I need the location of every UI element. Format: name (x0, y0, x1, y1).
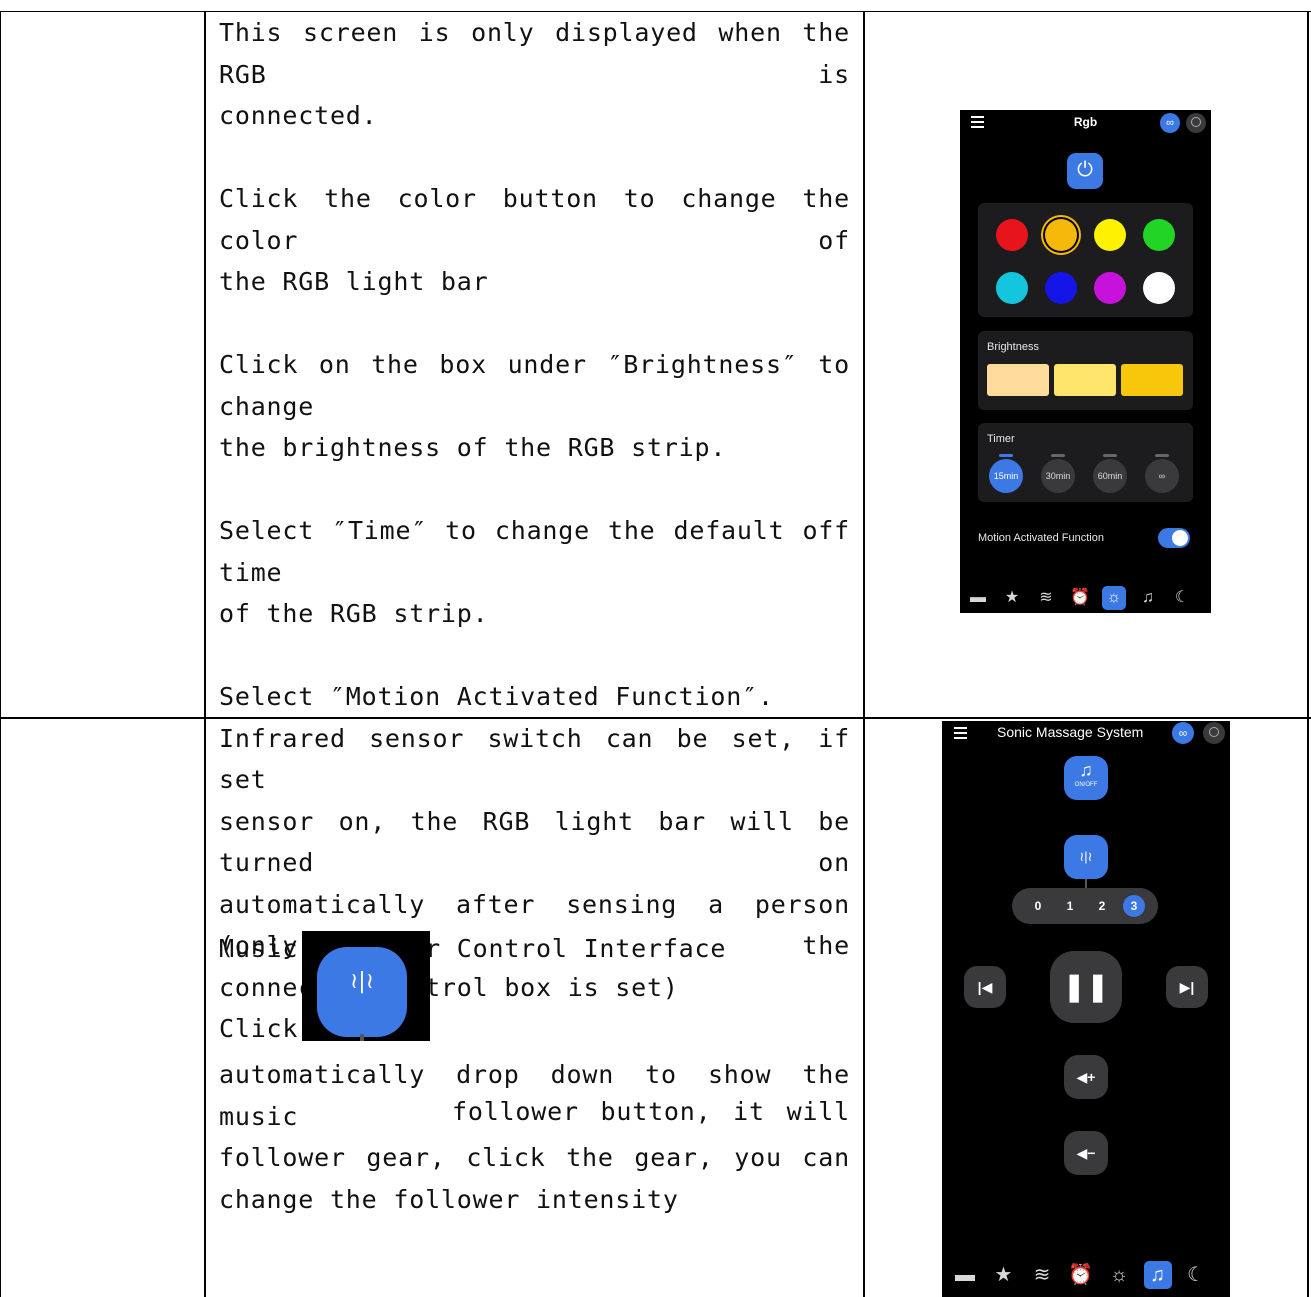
timer-indicator (1103, 454, 1117, 457)
music-icon[interactable]: ♫ (1143, 1261, 1172, 1289)
table-right-border (1307, 11, 1309, 1297)
text-line: the brightness of the RGB strip. (219, 433, 727, 462)
text-line: Select ″Time″ to change the default off … (219, 516, 866, 587)
brightness-label: Brightness (987, 341, 1039, 353)
color-button[interactable] (1094, 219, 1126, 251)
bed-icon[interactable]: ▬ (966, 586, 990, 610)
music-note-icon: ♫ (1079, 760, 1093, 780)
next-button[interactable]: ▶| (1166, 966, 1208, 1008)
menu-icon[interactable] (954, 727, 967, 742)
text-line: automatically drop down to show the musi… (219, 1060, 866, 1131)
motion-toggle[interactable] (1158, 528, 1190, 548)
rgb-screenshot: Rgb ∞ ⏻ Brightness Timer 15min 30min 60min… (960, 110, 1211, 613)
timer-label: Timer (987, 433, 1015, 445)
music-screenshot: Sonic Massage System ∞ ♫ ON/OFF ≀|≀ 0123… (942, 721, 1230, 1297)
text-line: follower gear, click the gear, you can (219, 1143, 850, 1172)
text-line: connected. (219, 101, 378, 130)
table-left-border (0, 11, 1, 1297)
link-icon[interactable]: ∞ (1160, 113, 1180, 133)
motion-label: Motion Activated Function (978, 532, 1104, 544)
color-button[interactable] (1045, 219, 1077, 251)
color-button[interactable] (1045, 272, 1077, 304)
text-line: This screen is only displayed when the R… (219, 18, 866, 89)
color-button[interactable] (1094, 272, 1126, 304)
waves-icon[interactable]: ≋ (1034, 586, 1058, 610)
bed-icon[interactable]: ▬ (951, 1261, 979, 1289)
music-power-button[interactable]: ♫ ON/OFF (1064, 756, 1108, 800)
alarm-icon[interactable]: ⏰ (1068, 586, 1092, 610)
moon-icon[interactable]: ☾ (1182, 1261, 1210, 1289)
music-icon[interactable]: ♫ (1136, 586, 1160, 610)
text-line: Click the color button to change the col… (219, 184, 866, 255)
power-button[interactable]: ⏻ (1067, 153, 1103, 189)
timer-option[interactable]: 30min (1041, 459, 1075, 493)
screen-title: Sonic Massage System (997, 724, 1144, 740)
gear-option[interactable]: 1 (1059, 895, 1081, 917)
timer-indicator (1051, 454, 1065, 457)
brightness-swatch[interactable] (987, 364, 1049, 396)
waves-icon[interactable]: ≋ (1028, 1261, 1056, 1289)
follower-button[interactable]: ≀|≀ (1064, 835, 1108, 879)
brightness-swatch[interactable] (1054, 364, 1116, 396)
volume-up-button[interactable]: ◀+ (1064, 1055, 1108, 1099)
light-icon[interactable]: ☼ (1105, 1261, 1133, 1289)
search-icon[interactable] (1186, 113, 1206, 133)
text-line: Select ″Motion Activated Function″. (219, 682, 774, 711)
moon-icon[interactable]: ☾ (1170, 586, 1194, 610)
bottom-nav: ▬ ★ ≋ ⏰ ☼ ♫ ☾ (942, 1261, 1230, 1293)
search-icon[interactable] (1203, 722, 1225, 744)
timer-option[interactable]: 60min (1093, 459, 1127, 493)
color-button[interactable] (1143, 272, 1175, 304)
power-label: ON/OFF (1074, 782, 1098, 788)
star-icon[interactable]: ★ (1000, 586, 1024, 610)
previous-button[interactable]: |◀ (964, 966, 1006, 1008)
link-icon[interactable]: ∞ (1172, 722, 1194, 744)
music-body: automatically drop down to show the musi… (219, 1054, 850, 1220)
color-button[interactable] (996, 219, 1028, 251)
star-icon[interactable]: ★ (990, 1261, 1018, 1289)
text-line: the RGB light bar (219, 267, 489, 296)
column-divider-1 (204, 11, 206, 1297)
gear-option[interactable]: 3 (1123, 895, 1145, 917)
volume-down-button[interactable]: ◀− (1064, 1131, 1108, 1175)
text-line: Click on the box under ″Brightness″ to c… (219, 350, 866, 421)
text-line: Infrared sensor switch can be set, if se… (219, 723, 866, 795)
color-button[interactable] (1143, 219, 1175, 251)
follower-icon: ≀|≀ (350, 969, 374, 994)
follower-button-image: ≀|≀ (302, 931, 430, 1041)
timer-indicator (999, 454, 1013, 457)
text-line: change the follower intensity (219, 1184, 679, 1214)
bottom-nav: ▬ ★ ≋ ⏰ ☼ ♫ ☾ (960, 586, 1211, 612)
pause-button[interactable]: ❚❚ (1050, 951, 1122, 1023)
timer-indicator (1155, 454, 1169, 457)
color-button[interactable] (996, 272, 1028, 304)
timer-option[interactable]: 15min (989, 459, 1023, 493)
light-icon[interactable]: ☼ (1102, 586, 1126, 610)
timer-option[interactable]: ∞ (1145, 459, 1179, 493)
gear-option[interactable]: 0 (1027, 895, 1049, 917)
text-line: of the RGB strip. (219, 599, 489, 628)
alarm-icon[interactable]: ⏰ (1067, 1261, 1095, 1289)
gear-option[interactable]: 2 (1091, 895, 1113, 917)
music-click-word: Click (219, 1014, 299, 1043)
brightness-swatch[interactable] (1121, 364, 1183, 396)
